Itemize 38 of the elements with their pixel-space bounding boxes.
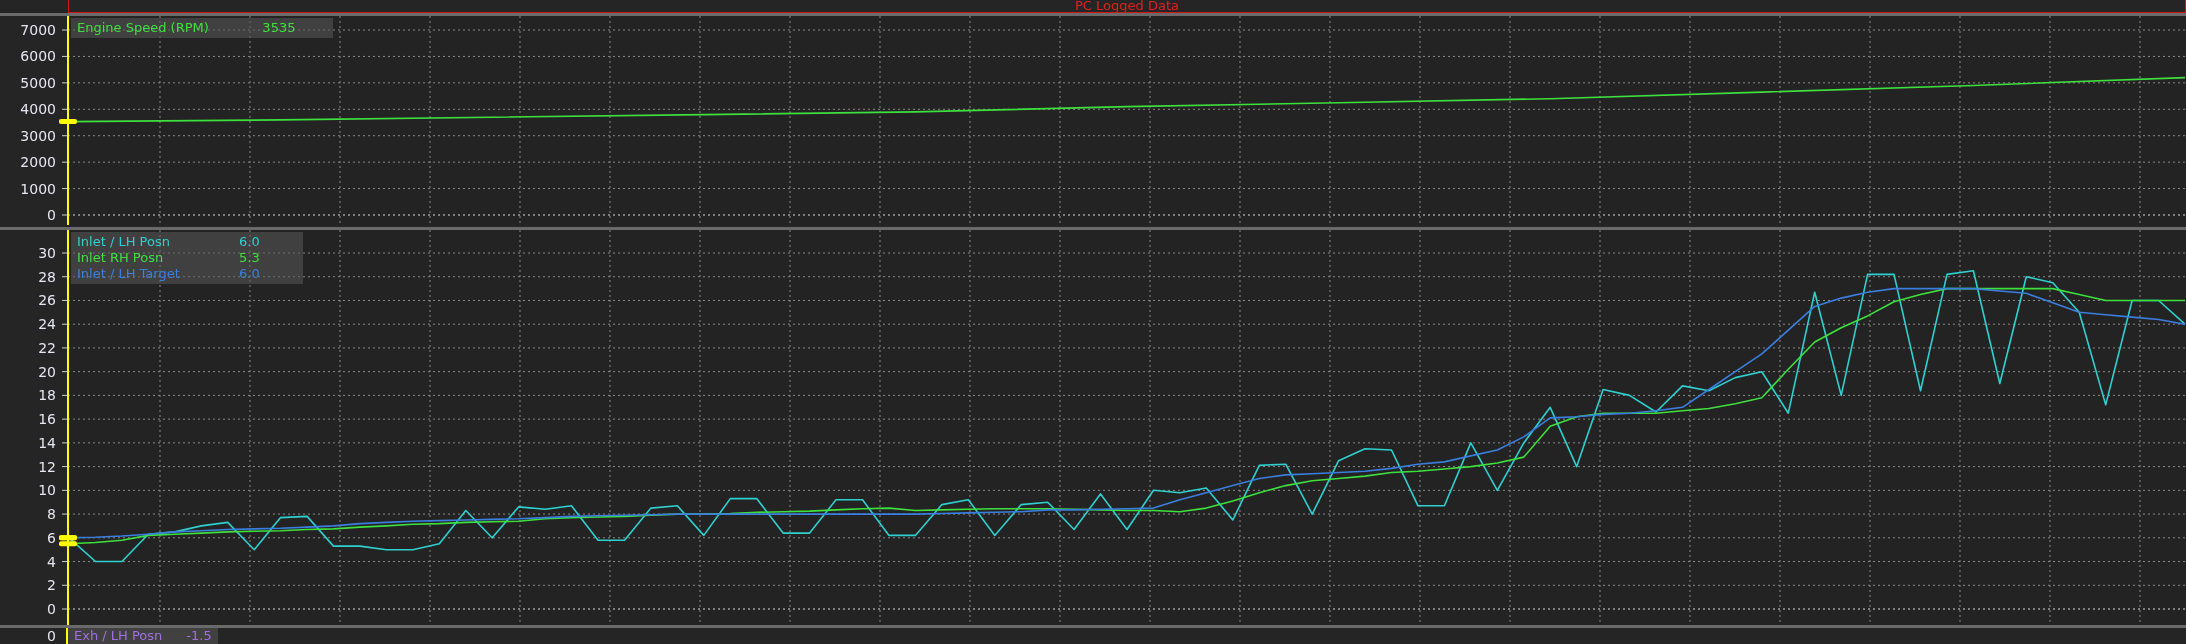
axis-tick-label: 28 xyxy=(38,268,56,285)
legend-label: Inlet RH Posn xyxy=(77,249,165,266)
legend-value: 6.0 xyxy=(239,265,261,282)
axis-tick-label: 7000 xyxy=(20,21,56,38)
axis-tick-label: 30 xyxy=(38,244,56,261)
axis-tick-label: 12 xyxy=(38,458,56,475)
axis-tick-label: 0 xyxy=(47,206,56,223)
axis-tick-label: 1000 xyxy=(20,180,56,197)
axis-tick-label: 20 xyxy=(38,363,56,380)
legend-value: 3535 xyxy=(262,19,297,36)
value-marker[interactable] xyxy=(59,540,77,546)
window-title: PC Logged Data xyxy=(1075,0,1179,12)
axis-tick-label: 6000 xyxy=(20,48,56,65)
axis-tick-label: 10 xyxy=(38,481,56,498)
legend-value: -1.5 xyxy=(186,628,212,644)
axis-tick-label: 0 xyxy=(47,628,56,644)
axis-tick-label: 4 xyxy=(47,553,56,570)
axis-tick-label: 18 xyxy=(38,386,56,403)
axis-tick-label: 2 xyxy=(47,576,56,593)
axis-tick-label: 24 xyxy=(38,315,56,332)
axis-tick-label: 0 xyxy=(47,600,56,617)
axis-tick-label: 6 xyxy=(47,529,56,546)
axis-tick-label: 26 xyxy=(38,292,56,309)
legend-label: Inlet / LH Posn xyxy=(77,233,171,250)
legend-label: Engine Speed (RPM) xyxy=(77,19,210,36)
axis-tick-label: 5000 xyxy=(20,74,56,91)
axis-tick-label: 4000 xyxy=(20,101,56,118)
axis-tick-label: 3000 xyxy=(20,127,56,144)
legend-label: Inlet / LH Target xyxy=(77,265,181,282)
legend-value: 6.0 xyxy=(239,233,261,250)
value-marker[interactable] xyxy=(59,119,77,124)
axis-tick-label: 22 xyxy=(38,339,56,356)
legend-label: Exh / LH Posn xyxy=(74,628,163,644)
axis-tick-label: 14 xyxy=(38,434,56,451)
axis-tick-label: 8 xyxy=(47,505,56,522)
axis-tick-label: 16 xyxy=(38,410,56,427)
legend-value: 5.3 xyxy=(239,249,261,266)
axis-tick-label: 2000 xyxy=(20,154,56,171)
